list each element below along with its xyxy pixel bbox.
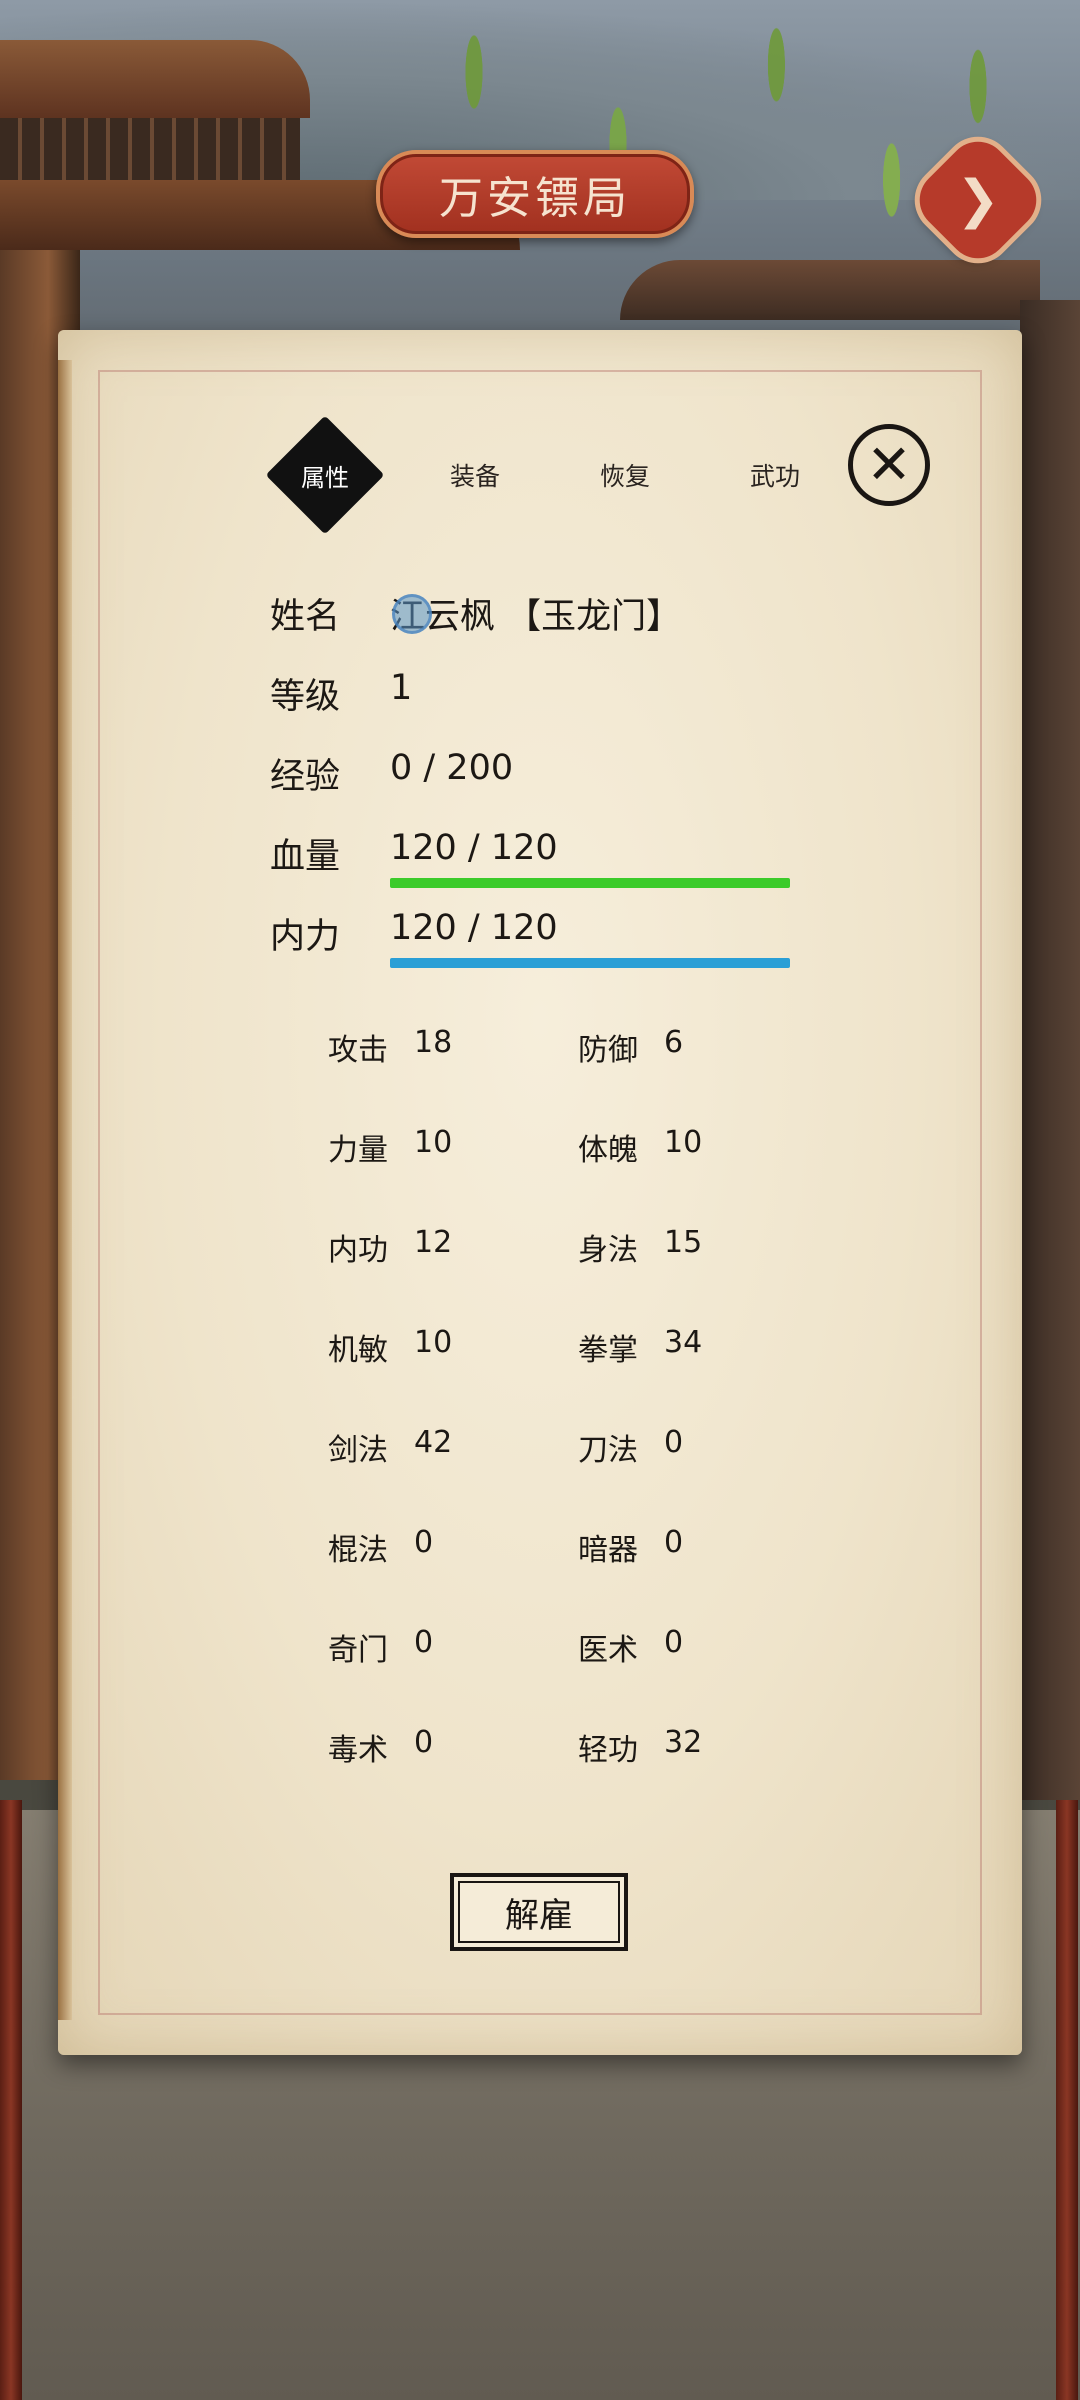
stat-value: 0 (664, 1625, 684, 1660)
stat-label: 内功 (328, 1233, 388, 1268)
stat-value: 12 (414, 1225, 453, 1260)
tab-martial-arts[interactable]: 武功 (700, 420, 850, 530)
dismiss-label: 解雇 (505, 1895, 573, 1936)
stat-label: 机敏 (328, 1333, 388, 1368)
stat-label: 刀法 (578, 1433, 638, 1468)
location-title: 万安镖局 (439, 173, 631, 224)
stat-label: 奇门 (328, 1633, 388, 1668)
hp-value: 120 / 120 (390, 828, 558, 868)
stat-value: 18 (414, 1025, 453, 1060)
stat-value: 32 (664, 1725, 703, 1760)
arrow-right-icon[interactable]: ❯ (928, 150, 1028, 250)
stat-value: 0 (414, 1725, 434, 1760)
name-value: 江云枫 【玉龙门】 (390, 597, 682, 637)
stat-value: 42 (414, 1425, 453, 1460)
stat-value: 10 (414, 1325, 453, 1360)
tab-equipment[interactable]: 装备 (400, 420, 550, 530)
stat-label: 攻击 (328, 1033, 388, 1068)
stat-label: 拳掌 (578, 1333, 638, 1368)
mp-value: 120 / 120 (390, 908, 558, 948)
stat-value: 10 (664, 1125, 703, 1160)
stat-value: 10 (414, 1125, 453, 1160)
stat-label: 剑法 (328, 1433, 388, 1468)
tab-attributes[interactable]: 属性 (250, 415, 400, 535)
stat-label: 身法 (578, 1233, 638, 1268)
stat-label: 体魄 (578, 1133, 638, 1168)
background-roof (0, 40, 310, 118)
stat-value: 6 (664, 1025, 684, 1060)
exp-label: 经验 (270, 757, 341, 797)
stat-label: 轻功 (578, 1733, 638, 1768)
mp-label: 内力 (270, 917, 341, 957)
hp-bar (390, 878, 790, 888)
tab-label: 恢复 (599, 462, 650, 491)
exp-value: 0 / 200 (390, 748, 514, 788)
stat-value: 0 (664, 1425, 684, 1460)
tab-label: 武功 (749, 462, 800, 491)
red-post (1056, 1800, 1078, 2400)
stat-value: 34 (664, 1325, 703, 1360)
touch-indicator (392, 594, 432, 634)
background-pillar (1020, 300, 1080, 1800)
tab-label: 装备 (449, 462, 500, 491)
level-label: 等级 (270, 677, 341, 717)
stat-value: 0 (414, 1625, 434, 1660)
tab-label: 属性 (301, 463, 349, 492)
mp-bar (390, 958, 790, 968)
name-label: 姓名 (270, 597, 341, 637)
tab-recovery[interactable]: 恢复 (550, 420, 700, 530)
scroll-edge (58, 360, 72, 2020)
stat-label: 暗器 (578, 1533, 638, 1568)
stat-label: 力量 (328, 1133, 388, 1168)
background-wall (0, 118, 300, 188)
red-post (0, 1800, 22, 2400)
stat-value: 0 (664, 1525, 684, 1560)
tab-bar: 属性 装备 恢复 武功 (250, 415, 850, 535)
stat-value: 15 (664, 1225, 703, 1260)
stat-label: 毒术 (328, 1733, 388, 1768)
dismiss-button[interactable]: 解雇 (450, 1873, 628, 1951)
stat-label: 医术 (578, 1633, 638, 1668)
stat-label: 棍法 (328, 1533, 388, 1568)
stat-value: 0 (414, 1525, 434, 1560)
close-button[interactable]: ✕ (848, 424, 930, 506)
stat-label: 防御 (578, 1033, 638, 1068)
level-value: 1 (390, 668, 413, 708)
location-title-banner: 万安镖局 (376, 150, 694, 238)
close-x-icon: ✕ (866, 433, 912, 496)
hp-label: 血量 (270, 837, 341, 877)
